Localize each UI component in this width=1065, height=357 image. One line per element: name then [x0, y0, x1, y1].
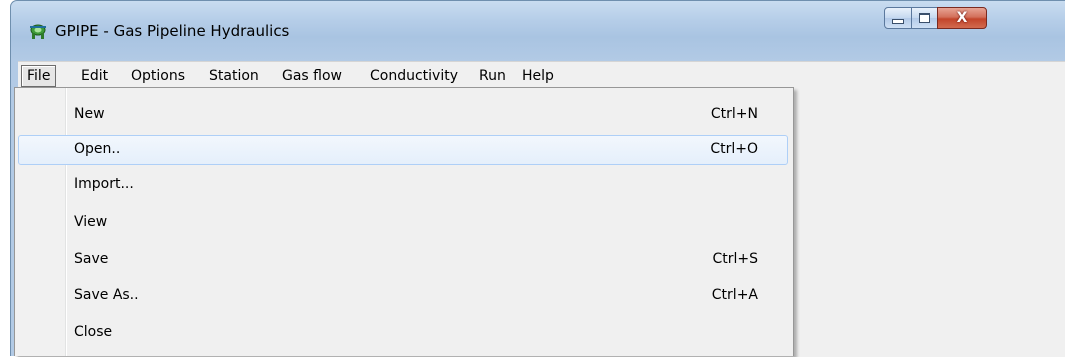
menu-item-save-as[interactable]: Save As.. Ctrl+A — [18, 281, 788, 311]
menu-edit[interactable]: Edit — [76, 65, 113, 87]
menu-item-label: Close — [74, 324, 113, 340]
minimize-button[interactable] — [884, 7, 912, 29]
close-icon: X — [956, 10, 968, 26]
window-title: GPIPE - Gas Pipeline Hydraulics — [55, 22, 290, 40]
menu-item-shortcut: Ctrl+A — [711, 287, 758, 303]
menu-item-label: Save — [74, 251, 109, 267]
menu-station[interactable]: Station — [204, 65, 264, 87]
menu-item-view[interactable]: View — [18, 208, 788, 238]
menu-item-label: Save As.. — [74, 287, 139, 303]
minimize-icon — [892, 18, 904, 24]
menu-item-label: New — [74, 106, 105, 122]
menu-conductivity[interactable]: Conductivity — [365, 65, 463, 87]
menu-item-import[interactable]: Import... — [18, 170, 788, 200]
menu-item-close[interactable]: Close — [18, 318, 788, 348]
maximize-icon — [919, 13, 930, 23]
menu-item-open[interactable]: Open.. Ctrl+O — [18, 135, 788, 165]
file-dropdown-menu: New Ctrl+N Open.. Ctrl+O Import... View … — [14, 87, 794, 356]
menu-item-shortcut: Ctrl+O — [710, 141, 758, 157]
close-button[interactable]: X — [937, 7, 987, 29]
menu-item-shortcut: Ctrl+N — [710, 106, 758, 122]
title-bar[interactable]: GPIPE - Gas Pipeline Hydraulics X — [11, 1, 1065, 61]
menu-item-new[interactable]: New Ctrl+N — [18, 100, 788, 130]
gas-pipeline-app-icon — [30, 24, 46, 39]
menu-file[interactable]: File — [21, 65, 57, 87]
menu-item-label: Open.. — [74, 141, 121, 157]
menu-options[interactable]: Options — [126, 65, 190, 87]
menu-item-label: View — [74, 214, 108, 230]
menu-bar: File Edit Options Station Gas flow Condu… — [18, 61, 1065, 89]
menu-help[interactable]: Help — [517, 65, 559, 87]
menu-item-save[interactable]: Save Ctrl+S — [18, 245, 788, 275]
menu-item-label: Import... — [74, 176, 134, 192]
menu-item-shortcut: Ctrl+S — [712, 251, 758, 267]
menu-run[interactable]: Run — [474, 65, 511, 87]
menu-gas-flow[interactable]: Gas flow — [277, 65, 347, 87]
maximize-button[interactable] — [911, 7, 938, 29]
